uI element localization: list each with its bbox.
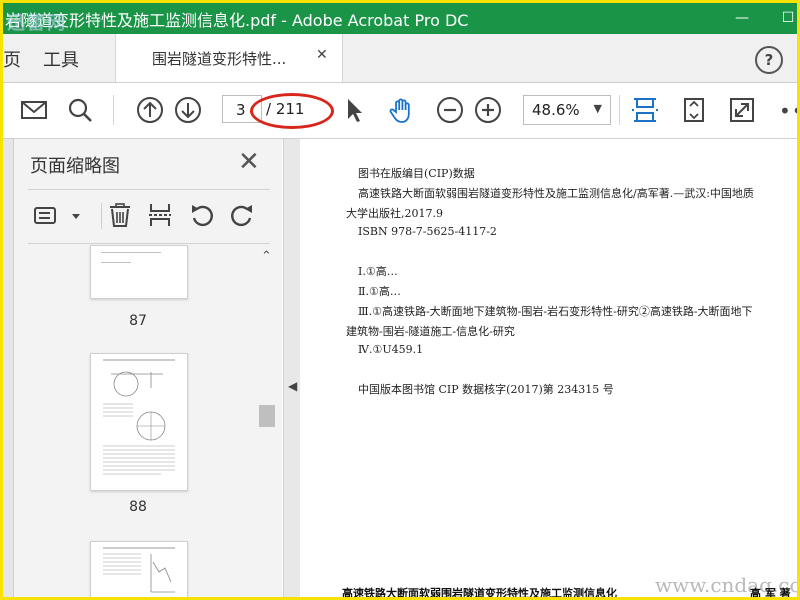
- doc-line: Ⅲ.①高速铁路-大断面地下建筑物-围岩-岩石变形特性-研究②高速铁路-大断面地下: [358, 305, 753, 318]
- pane-toolbar-divider: [101, 203, 102, 229]
- watermark-overlay: 迅雷网: [7, 13, 67, 34]
- rotate-right-icon[interactable]: [228, 201, 256, 229]
- search-icon[interactable]: [65, 95, 95, 125]
- app-window: 岩隧道变形特性及施工监测信息化.pdf - Adobe Acrobat Pro …: [0, 0, 800, 600]
- chevron-down-icon[interactable]: [62, 201, 80, 229]
- fit-page-icon[interactable]: [630, 95, 660, 125]
- doc-line: 大学出版社,2017.9: [346, 207, 443, 220]
- doc-line: 中国版本图书馆 CIP 数据核字(2017)第 234315 号: [358, 383, 614, 396]
- doc-bottom-title: 高速铁路大断面软弱围岩隧道变形特性及施工监测信息化: [342, 587, 617, 600]
- annotation-ellipse: [250, 93, 334, 129]
- thumbnail-scrollbar[interactable]: ⌃: [257, 245, 277, 597]
- thumbnail-pane-title: 页面缩略图: [30, 156, 120, 177]
- close-tab-icon[interactable]: ✕: [316, 47, 328, 63]
- doc-line: Ⅱ.①高…: [358, 285, 401, 298]
- document-page: 图书在版编目(CIP)数据 高速铁路大断面软弱围岩隧道变形特性及施工监测信息化/…: [300, 139, 797, 597]
- tab-bar: 页 工具 围岩隧道变形特性... ✕ ?: [3, 34, 797, 83]
- left-navigation-strip: [3, 139, 14, 597]
- more-tools-icon[interactable]: •••: [779, 99, 797, 123]
- full-screen-icon[interactable]: [727, 95, 757, 125]
- window-title: 岩隧道变形特性及施工监测信息化.pdf - Adobe Acrobat Pro …: [5, 11, 469, 30]
- insert-page-icon[interactable]: [146, 201, 174, 229]
- thumbnail-options-icon[interactable]: [32, 201, 60, 229]
- thumbnail-pane: 页面缩略图 ✕ 87 88 ⌃: [14, 139, 282, 597]
- select-cursor-icon[interactable]: [339, 95, 369, 125]
- zoom-value: 48.6%: [532, 101, 580, 119]
- hand-tool-icon[interactable]: [387, 95, 417, 125]
- thumbnail-list: 87 88: [14, 245, 282, 597]
- scrollbar-thumb[interactable]: [259, 405, 275, 427]
- maximize-button[interactable]: ☐: [765, 3, 797, 34]
- pane-divider: [28, 189, 270, 190]
- doc-line: 建筑物-围岩-隧道施工-信息化-研究: [346, 325, 515, 338]
- minimize-button[interactable]: —: [719, 3, 765, 34]
- next-page-icon[interactable]: [173, 95, 203, 125]
- rotate-view-icon[interactable]: [679, 95, 709, 125]
- tab-home[interactable]: 页: [3, 46, 21, 72]
- scroll-up-icon[interactable]: ⌃: [261, 249, 272, 264]
- tab-document[interactable]: 围岩隧道变形特性... ✕: [115, 34, 343, 82]
- zoom-out-icon[interactable]: [435, 95, 465, 125]
- pane-divider: [28, 243, 270, 244]
- page-thumbnail[interactable]: [90, 353, 188, 491]
- zoom-in-icon[interactable]: [473, 95, 503, 125]
- collapse-pane-icon[interactable]: ◀: [288, 379, 297, 393]
- close-pane-icon[interactable]: ✕: [238, 147, 260, 177]
- doc-line: ISBN 978-7-5625-4117-2: [358, 225, 497, 238]
- page-thumbnail-number: 88: [129, 499, 147, 515]
- chevron-down-icon: ▼: [593, 102, 602, 115]
- doc-line: Ⅳ.①U459.1: [358, 343, 424, 356]
- tab-document-label: 围岩隧道变形特性...: [152, 50, 287, 68]
- page-thumbnail[interactable]: [90, 541, 188, 597]
- doc-line: 高速铁路大断面软弱围岩隧道变形特性及施工监测信息化/高军著.—武汉:中国地质: [358, 187, 754, 200]
- email-icon[interactable]: [19, 95, 49, 125]
- tab-tools[interactable]: 工具: [43, 46, 79, 72]
- toolbar-divider: [113, 95, 114, 125]
- pane-splitter[interactable]: ◀: [283, 139, 301, 597]
- rotate-left-icon[interactable]: [188, 201, 216, 229]
- previous-page-icon[interactable]: [135, 95, 165, 125]
- help-icon[interactable]: ?: [755, 46, 783, 74]
- main-toolbar: 3 / 211 48.6% ▼ •••: [3, 83, 797, 139]
- zoom-select[interactable]: 48.6% ▼: [523, 95, 611, 125]
- doc-bottom-author: 高 军 著: [750, 587, 791, 600]
- trash-icon[interactable]: [106, 201, 134, 229]
- title-bar: 岩隧道变形特性及施工监测信息化.pdf - Adobe Acrobat Pro …: [3, 3, 797, 34]
- doc-line: Ⅰ.①高…: [358, 265, 398, 278]
- page-thumbnail[interactable]: [90, 245, 188, 299]
- page-thumbnail-number: 87: [129, 313, 147, 329]
- doc-line: 图书在版编目(CIP)数据: [358, 167, 475, 180]
- toolbar-divider: [619, 95, 620, 125]
